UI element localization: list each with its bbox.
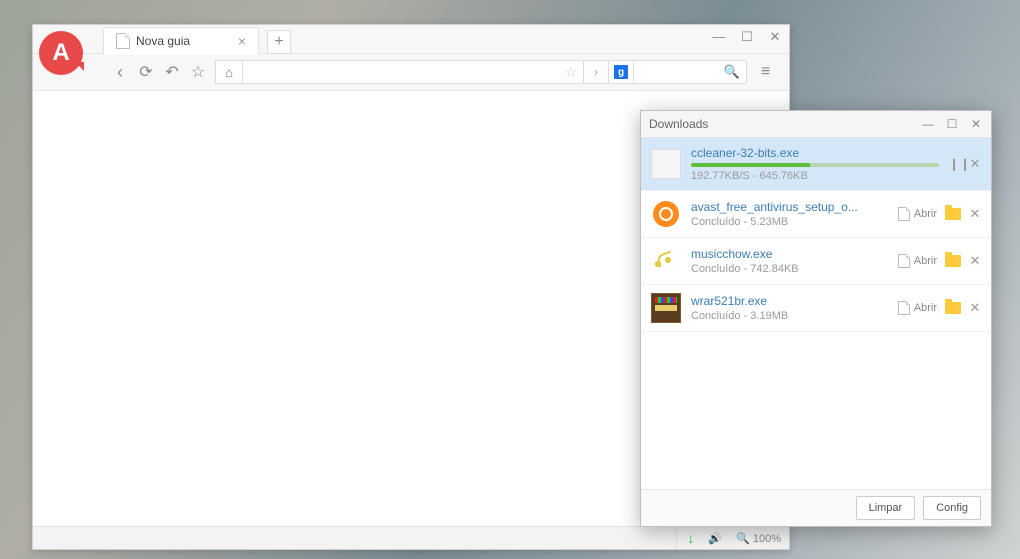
search-icon: 🔍 bbox=[724, 64, 740, 80]
downloads-window: Downloads — ☐ ✕ ccleaner-32-bits.exe 192… bbox=[640, 110, 992, 527]
menu-button[interactable]: ≡ bbox=[761, 63, 779, 81]
close-button[interactable]: ✕ bbox=[767, 29, 783, 45]
maximize-button[interactable]: ☐ bbox=[739, 29, 755, 45]
remove-button[interactable]: ✕ bbox=[969, 206, 981, 222]
download-meta: Concluído - 3.19MB bbox=[691, 310, 888, 322]
tab-bar: Nova guia × + — ☐ ✕ bbox=[33, 25, 789, 54]
config-button[interactable]: Config bbox=[923, 496, 981, 520]
tab-title: Nova guia bbox=[136, 34, 190, 48]
file-icon bbox=[651, 293, 681, 323]
toolbar: ‹ ⟳ ↶ ☆ ⌂ ☆ › g 🔍 ≡ bbox=[33, 54, 789, 91]
sound-icon[interactable]: 🔊 bbox=[708, 532, 722, 545]
download-item[interactable]: musicchow.exe Concluído - 742.84KB Abrir… bbox=[641, 238, 991, 285]
remove-button[interactable]: ✕ bbox=[969, 253, 981, 269]
downloads-list: ccleaner-32-bits.exe 192.77KB/S - 645.76… bbox=[641, 138, 991, 489]
file-icon bbox=[651, 199, 681, 229]
tab-close-button[interactable]: × bbox=[238, 34, 246, 48]
new-tab-button[interactable]: + bbox=[267, 30, 291, 54]
search-engine-selector[interactable]: g bbox=[608, 60, 633, 84]
open-file-button[interactable]: Abrir bbox=[898, 254, 937, 268]
home-button[interactable]: ⌂ bbox=[215, 60, 242, 84]
go-button[interactable]: › bbox=[583, 60, 608, 84]
file-icon bbox=[651, 149, 681, 179]
bookmark-star-button[interactable]: ☆ bbox=[189, 62, 207, 82]
download-item[interactable]: ccleaner-32-bits.exe 192.77KB/S - 645.76… bbox=[641, 138, 991, 191]
zoom-control[interactable]: 🔍 100% bbox=[736, 532, 781, 545]
download-item[interactable]: avast_free_antivirus_setup_o... Concluíd… bbox=[641, 191, 991, 238]
status-bar: ↓ 🔊 🔍 100% bbox=[33, 526, 789, 549]
download-meta: Concluído - 742.84KB bbox=[691, 263, 888, 275]
dl-minimize-button[interactable]: — bbox=[921, 117, 935, 131]
reload-button[interactable]: ⟳ bbox=[137, 62, 155, 82]
open-folder-button[interactable] bbox=[945, 208, 961, 220]
address-bar[interactable]: ☆ bbox=[242, 60, 583, 84]
window-controls: — ☐ ✕ bbox=[711, 29, 783, 45]
logo-letter: A bbox=[52, 39, 69, 67]
download-filename: musicchow.exe bbox=[691, 247, 888, 261]
download-item[interactable]: wrar521br.exe Concluído - 3.19MB Abrir ✕ bbox=[641, 285, 991, 332]
search-input[interactable]: 🔍 bbox=[633, 60, 747, 84]
undo-button[interactable]: ↶ bbox=[163, 62, 181, 82]
pause-button[interactable]: ❙❙ bbox=[949, 157, 961, 171]
app-logo: A bbox=[33, 31, 89, 87]
minimize-button[interactable]: — bbox=[711, 29, 727, 45]
dl-close-button[interactable]: ✕ bbox=[969, 117, 983, 131]
downloads-footer: Limpar Config bbox=[641, 489, 991, 526]
downloads-indicator[interactable]: ↓ bbox=[676, 527, 694, 549]
download-filename: wrar521br.exe bbox=[691, 294, 888, 308]
download-meta: Concluído - 5.23MB bbox=[691, 216, 888, 228]
url-input[interactable] bbox=[249, 64, 564, 80]
download-filename: ccleaner-32-bits.exe bbox=[691, 146, 939, 160]
back-button[interactable]: ‹ bbox=[111, 62, 129, 83]
dl-maximize-button[interactable]: ☐ bbox=[945, 117, 959, 131]
zoom-value: 100% bbox=[753, 533, 781, 545]
downloads-header[interactable]: Downloads — ☐ ✕ bbox=[641, 111, 991, 138]
download-filename: avast_free_antivirus_setup_o... bbox=[691, 200, 888, 214]
open-folder-button[interactable] bbox=[945, 255, 961, 267]
open-file-button[interactable]: Abrir bbox=[898, 207, 937, 221]
page-icon bbox=[116, 33, 130, 49]
tab-active[interactable]: Nova guia × bbox=[103, 27, 259, 54]
downloads-title: Downloads bbox=[649, 117, 708, 131]
favorite-icon[interactable]: ☆ bbox=[564, 64, 577, 81]
clear-button[interactable]: Limpar bbox=[856, 496, 916, 520]
remove-button[interactable]: ✕ bbox=[969, 156, 981, 172]
google-icon: g bbox=[614, 65, 628, 79]
open-folder-button[interactable] bbox=[945, 302, 961, 314]
file-icon bbox=[651, 246, 681, 276]
progress-bar bbox=[691, 163, 939, 167]
open-file-button[interactable]: Abrir bbox=[898, 301, 937, 315]
remove-button[interactable]: ✕ bbox=[969, 300, 981, 316]
download-meta: 192.77KB/S - 645.76KB bbox=[691, 170, 939, 182]
